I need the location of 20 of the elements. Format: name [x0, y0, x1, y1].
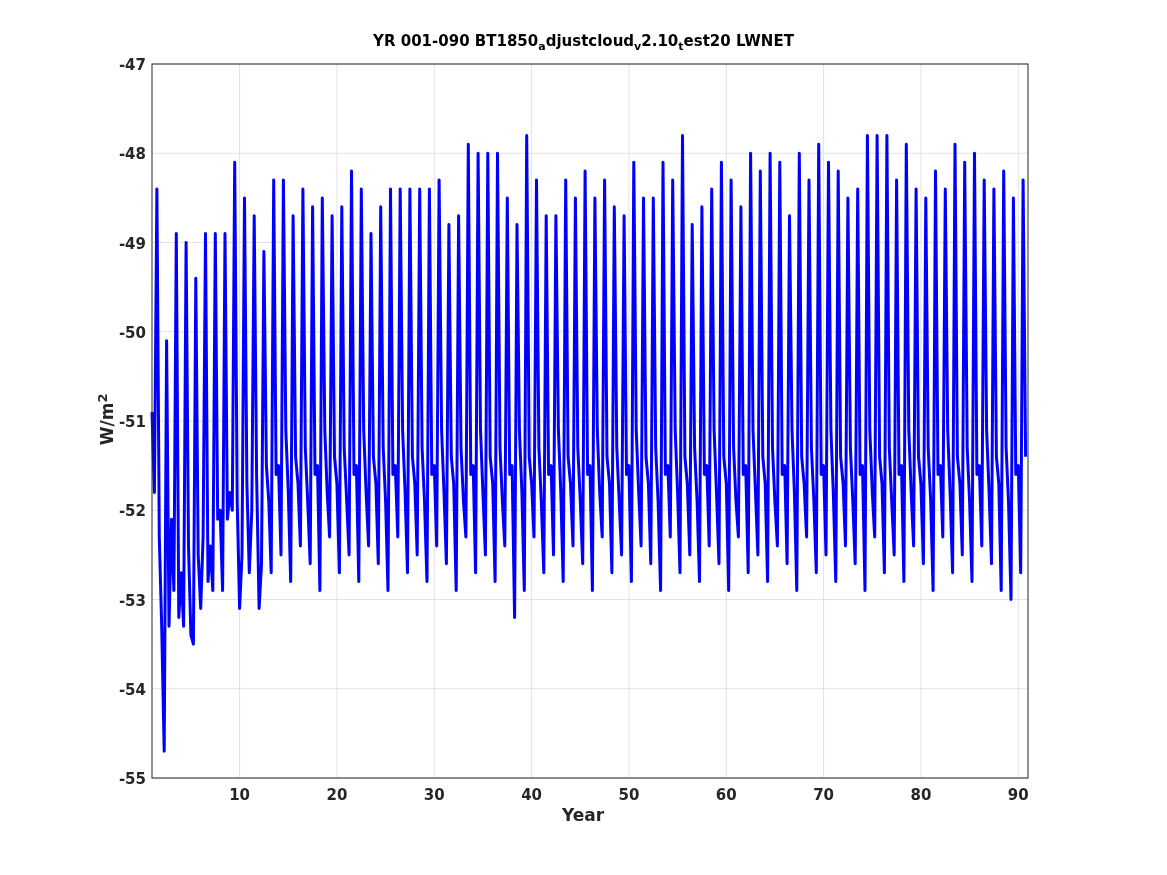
x-axis-label: Year [560, 805, 606, 825]
y-tick-label: -47 [118, 56, 146, 74]
x-tick-label: 60 [715, 786, 737, 804]
x-tick-label: 50 [618, 786, 640, 804]
x-tick-label: 10 [229, 786, 251, 804]
y-tick-label: -52 [118, 502, 146, 521]
y-tick-label: -53 [118, 591, 146, 610]
y-tick-label: -55 [118, 770, 146, 788]
x-tick-label: 40 [521, 786, 543, 804]
y-tick-label: -50 [118, 323, 146, 342]
chart-title: YR 001-090 BT1850$_{a}$djustcloud$_{v}$2.10$_{t}$est20 LWNET [372, 32, 795, 53]
x-tick-label: 90 [1007, 786, 1029, 804]
y-tick-label: -49 [118, 234, 146, 253]
x-tick-label: 70 [813, 786, 835, 804]
y-tick-label: -54 [118, 680, 146, 699]
y-tick-label: -51 [118, 413, 146, 431]
y-tick-label: -48 [118, 145, 146, 164]
x-tick-label: 20 [326, 786, 348, 804]
x-tick-label: 80 [910, 786, 932, 804]
x-tick-label: 30 [423, 786, 445, 804]
